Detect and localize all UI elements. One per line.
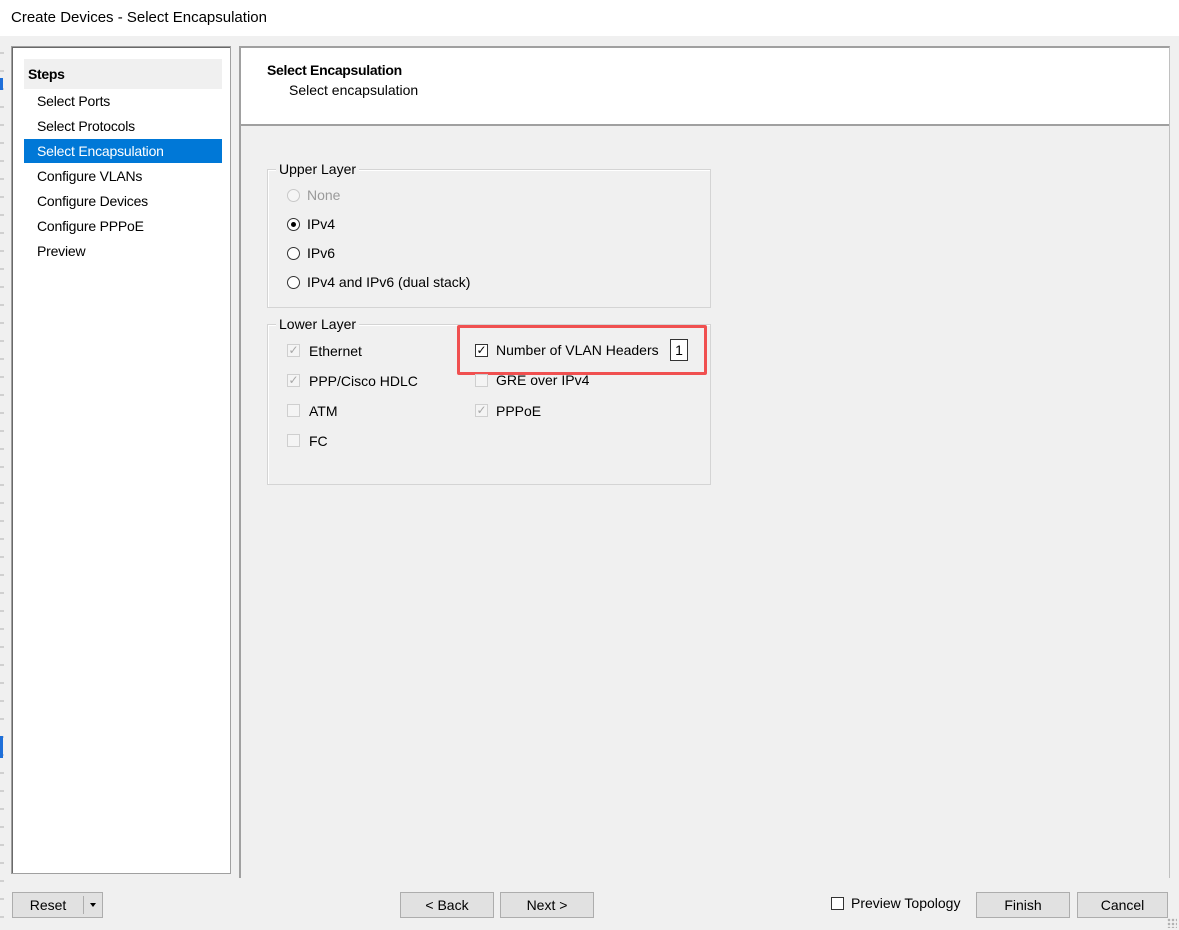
back-button-label: < Back [425, 897, 469, 913]
back-button[interactable]: < Back [400, 892, 494, 918]
step-configure-devices[interactable]: Configure Devices [24, 189, 222, 213]
checkbox-pppoe-label: PPPoE [496, 403, 542, 419]
step-preview[interactable]: Preview [24, 239, 222, 263]
radio-ipv4[interactable] [287, 218, 300, 231]
next-button[interactable]: Next > [500, 892, 594, 918]
checkbox-atm-label: ATM [309, 403, 338, 419]
reset-split-button[interactable]: Reset [12, 892, 103, 918]
checkbox-fc[interactable] [287, 434, 300, 447]
step-select-encapsulation[interactable]: Select Encapsulation [24, 139, 222, 163]
chevron-down-icon[interactable] [90, 903, 96, 907]
step-label: Select Protocols [37, 118, 135, 134]
lower-layer-legend: Lower Layer [276, 316, 360, 332]
resize-grip-icon[interactable] [1167, 918, 1177, 928]
checkbox-ethernet-label: Ethernet [309, 343, 362, 359]
checkbox-ppp-hdlc[interactable]: ✓ [287, 374, 300, 387]
radio-ipv6-label: IPv6 [307, 245, 336, 261]
checkbox-vlan-headers-label: Number of VLAN Headers [496, 342, 659, 358]
step-label: Preview [37, 243, 86, 259]
content-header: Select Encapsulation Select encapsulatio… [241, 48, 1169, 126]
step-select-ports[interactable]: Select Ports [24, 89, 222, 113]
step-select-protocols[interactable]: Select Protocols [24, 114, 222, 138]
step-configure-pppoe[interactable]: Configure PPPoE [24, 214, 222, 238]
window-left-edge [0, 36, 4, 930]
checkbox-gre-over-ipv4-label: GRE over IPv4 [496, 372, 590, 388]
radio-ipv4-label: IPv4 [307, 216, 336, 232]
finish-button[interactable]: Finish [976, 892, 1070, 918]
radio-dual-stack-label: IPv4 and IPv6 (dual stack) [307, 274, 471, 290]
finish-button-label: Finish [1004, 897, 1042, 913]
cancel-button-label: Cancel [1100, 897, 1145, 913]
checkbox-pppoe[interactable]: ✓ [475, 404, 488, 417]
upper-layer-legend: Upper Layer [276, 161, 360, 177]
vlan-headers-count-input[interactable]: 1 [670, 339, 688, 361]
steps-header: Steps [24, 59, 222, 89]
steps-panel: Steps Select Ports Select Protocols Sele… [11, 46, 231, 874]
radio-none-label: None [307, 187, 341, 203]
radio-ipv6[interactable] [287, 247, 300, 260]
step-label: Configure Devices [37, 193, 148, 209]
window-title: Create Devices - Select Encapsulation [11, 9, 267, 26]
checkbox-ppp-hdlc-label: PPP/Cisco HDLC [309, 373, 418, 389]
page-title: Select Encapsulation [267, 62, 402, 78]
split-separator [83, 896, 84, 914]
step-label: Select Ports [37, 93, 111, 109]
preview-topology-label: Preview Topology [851, 895, 961, 911]
page-subtitle: Select encapsulation [289, 82, 419, 98]
step-label: Configure VLANs [37, 168, 143, 184]
steps-header-label: Steps [28, 66, 65, 82]
checkbox-vlan-headers[interactable]: ✓ [475, 344, 488, 357]
window-titlebar: Create Devices - Select Encapsulation [0, 0, 1179, 36]
checkbox-ethernet[interactable]: ✓ [287, 344, 300, 357]
step-label: Configure PPPoE [37, 218, 144, 234]
radio-dual-stack[interactable] [287, 276, 300, 289]
checkbox-fc-label: FC [309, 433, 328, 449]
next-button-label: Next > [526, 897, 568, 913]
cancel-button[interactable]: Cancel [1077, 892, 1168, 918]
checkbox-gre-over-ipv4[interactable] [475, 374, 488, 387]
radio-none[interactable] [287, 189, 300, 202]
reset-button-label: Reset [29, 897, 67, 913]
checkbox-atm[interactable] [287, 404, 300, 417]
step-label: Select Encapsulation [37, 143, 164, 159]
checkbox-preview-topology[interactable] [831, 897, 844, 910]
step-configure-vlans[interactable]: Configure VLANs [24, 164, 222, 188]
